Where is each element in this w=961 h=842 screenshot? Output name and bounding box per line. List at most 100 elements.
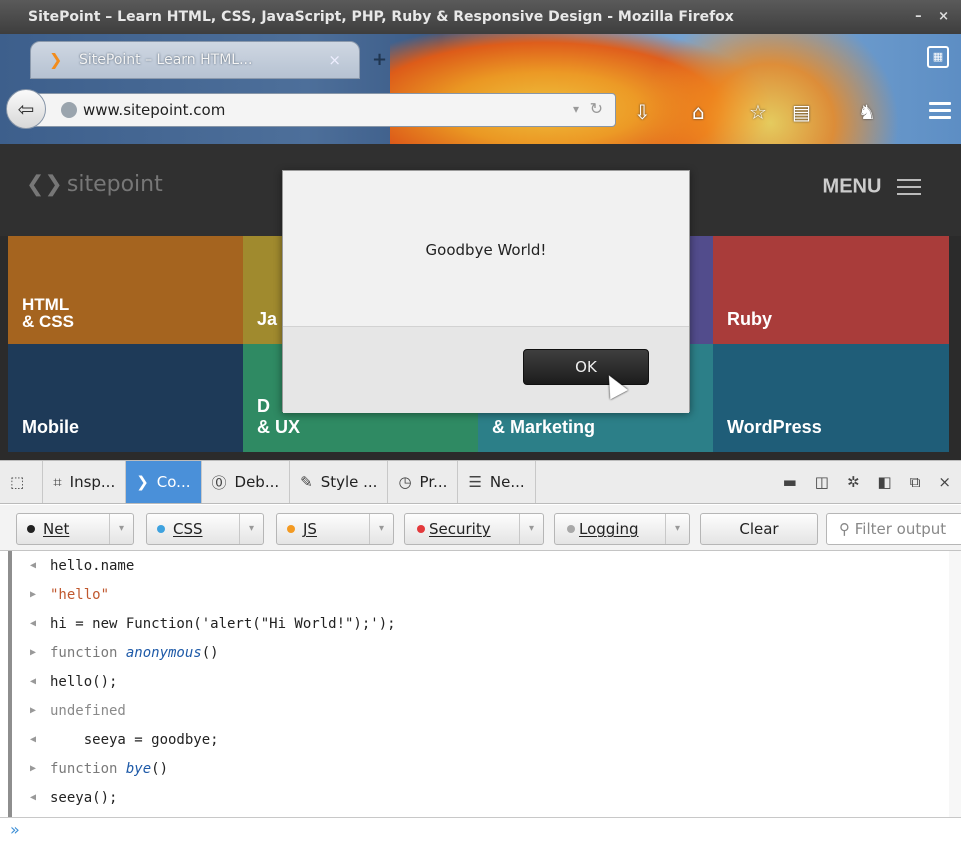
console-text: seeya(); <box>50 789 118 806</box>
input-arrow-icon: ◀ <box>30 676 37 687</box>
input-arrow-icon: ◀ <box>30 734 37 745</box>
filter-security[interactable]: Security ▾ <box>404 513 544 545</box>
site-menu-button[interactable]: MENU <box>823 174 921 200</box>
console-command-line[interactable]: » <box>0 817 961 842</box>
browser-tab[interactable]: ❯ SitePoint – Learn HTML... × <box>30 41 360 79</box>
tile-wordpress[interactable]: WordPress <box>713 344 949 452</box>
sitepoint-logo[interactable]: ❮❯ sitepoint <box>26 172 163 197</box>
tab-label: Ne... <box>489 473 525 491</box>
url-text[interactable]: www.sitepoint.com <box>83 101 225 119</box>
filter-dropdown-icon[interactable]: ▾ <box>239 514 263 544</box>
reading-list-icon[interactable]: ▤ <box>792 100 811 124</box>
console-fn-suffix: () <box>201 644 219 661</box>
tab-label: Co... <box>156 473 191 491</box>
console-output-line[interactable]: ▶ function bye() <box>12 754 949 783</box>
output-arrow-icon: ▶ <box>30 647 37 658</box>
tab-debugger[interactable]: ⓪ Deb... <box>202 461 291 503</box>
reload-icon[interactable]: ↻ <box>590 99 603 118</box>
new-tab-button[interactable]: + <box>372 49 387 70</box>
console-fn-name[interactable]: bye <box>126 761 151 777</box>
back-arrow-icon: ⇦ <box>17 97 35 121</box>
tab-network[interactable]: ☰ Ne... <box>458 461 536 503</box>
url-dropdown-icon[interactable]: ▾ <box>573 102 579 116</box>
url-bar[interactable]: www.sitepoint.com ▾ ↻ <box>26 93 616 127</box>
profiler-icon: ◷ <box>398 473 412 491</box>
tab-profiler[interactable]: ◷ Pr... <box>388 461 459 503</box>
bookmark-star-icon[interactable]: ☆ <box>749 100 767 124</box>
style-editor-icon: ✎ <box>300 473 313 491</box>
hamburger-icon <box>897 174 921 200</box>
ghostery-icon[interactable]: ♞ <box>858 100 876 124</box>
home-icon[interactable]: ⌂ <box>692 100 705 124</box>
download-icon[interactable]: ⇩ <box>634 100 651 124</box>
back-button[interactable]: ⇦ <box>6 89 46 129</box>
globe-icon <box>61 102 77 118</box>
filter-output-input[interactable]: ⚲ Filter output <box>826 513 961 545</box>
console-output-line: ▶ "hello" <box>12 580 949 609</box>
tab-console[interactable]: ❯ Co... <box>126 461 202 503</box>
ok-button[interactable]: OK <box>523 349 649 385</box>
dock-side-icon[interactable]: ◧ <box>878 473 892 491</box>
tab-groups-icon[interactable]: ▦ <box>927 46 949 68</box>
console-fn-name[interactable]: anonymous <box>126 645 202 661</box>
menu-icon[interactable] <box>927 98 953 124</box>
console-fn-prefix: function <box>50 760 126 777</box>
filter-label: Net <box>43 520 70 538</box>
tile-label: WordPress <box>727 417 822 437</box>
filter-dropdown-icon[interactable]: ▾ <box>665 514 689 544</box>
tile-ruby[interactable]: Ruby <box>713 236 949 344</box>
settings-gear-icon[interactable]: ✲ <box>847 473 860 491</box>
firefox-theme-flame-2 <box>640 34 900 144</box>
filter-css[interactable]: CSS ▾ <box>146 513 264 545</box>
tab-label: Style ... <box>320 473 378 491</box>
js-dot-icon <box>287 525 295 533</box>
responsive-mode-icon[interactable]: ◫ <box>815 473 829 491</box>
tab-inspector[interactable]: ⌗ Insp... <box>43 461 127 503</box>
tab-style-editor[interactable]: ✎ Style ... <box>290 461 389 503</box>
split-console-icon[interactable]: ▬ <box>783 473 797 491</box>
inspector-icon: ⌗ <box>53 473 62 491</box>
filter-logging[interactable]: Logging ▾ <box>554 513 690 545</box>
tile-label: Ruby <box>727 309 772 329</box>
filter-dropdown-icon[interactable]: ▾ <box>369 514 393 544</box>
input-arrow-icon: ◀ <box>30 618 37 629</box>
network-icon: ☰ <box>468 473 482 491</box>
filter-label: CSS <box>173 520 203 538</box>
tile-html-css[interactable]: HTML & CSS <box>8 236 243 344</box>
tile-mobile[interactable]: Mobile <box>8 344 243 452</box>
tab-label: Insp... <box>69 473 116 491</box>
output-arrow-icon: ▶ <box>30 589 37 600</box>
window-titlebar: SitePoint – Learn HTML, CSS, JavaScript,… <box>0 0 961 34</box>
console-output-line[interactable]: ▶ function anonymous() <box>12 638 949 667</box>
tab-close-icon[interactable]: × <box>328 51 341 69</box>
filter-net[interactable]: Net ▾ <box>16 513 134 545</box>
window-controls[interactable]: – × <box>915 0 955 34</box>
tile-label: HTML & CSS <box>22 295 74 331</box>
undock-window-icon[interactable]: ⧉ <box>910 473 921 491</box>
logging-dot-icon <box>567 525 575 533</box>
console-input-line: ◀ hello.name <box>12 551 949 580</box>
debugger-icon: ⓪ <box>211 473 227 492</box>
pick-element-button[interactable]: ⬚ <box>0 461 44 503</box>
console-fn-prefix: function <box>50 644 126 661</box>
security-dot-icon <box>417 525 425 533</box>
filter-dropdown-icon[interactable]: ▾ <box>109 514 133 544</box>
sitepoint-favicon-icon: ❯ <box>49 50 63 69</box>
input-arrow-icon: ◀ <box>30 792 37 803</box>
console-scrollbar[interactable] <box>949 551 961 817</box>
tab-title: SitePoint – Learn HTML... <box>79 52 253 68</box>
close-devtools-icon[interactable]: × <box>938 473 951 491</box>
tab-label: Pr... <box>419 473 448 491</box>
console-text: hello.name <box>50 557 135 574</box>
devtools-toolbar: ⬚ ⌗ Insp... ❯ Co... ⓪ Deb... ✎ Style ... ◷ Pr… <box>0 460 961 504</box>
clear-button[interactable]: Clear <box>700 513 818 545</box>
console-text: hi = new Function('alert("Hi World!");')… <box>50 615 396 632</box>
filter-js[interactable]: JS ▾ <box>276 513 394 545</box>
console-prompt-icon: » <box>10 820 20 839</box>
console-fn-suffix: () <box>151 760 169 777</box>
console-input-line: ◀ seeya = goodbye; <box>12 725 949 754</box>
console-icon: ❯ <box>136 473 149 491</box>
console-input-line: ◀ hello(); <box>12 667 949 696</box>
console-text: hello(); <box>50 673 118 690</box>
filter-dropdown-icon[interactable]: ▾ <box>519 514 543 544</box>
